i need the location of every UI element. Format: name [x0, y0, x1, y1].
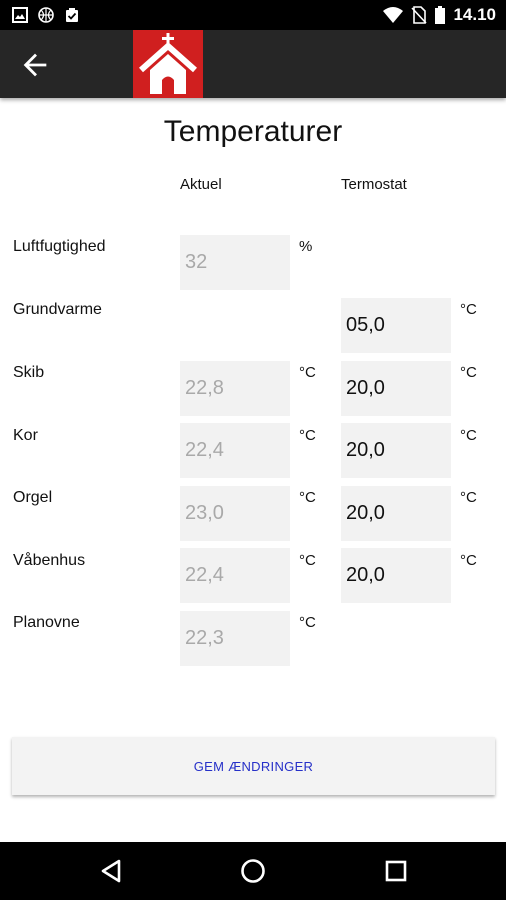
actual-value-luftfugtighed: 32	[180, 235, 290, 290]
church-logo	[133, 30, 203, 98]
save-changes-label: GEM ÆNDRINGER	[193, 758, 314, 774]
thermostat-input-skib[interactable]: 20,0	[341, 361, 451, 416]
thermostat-input-orgel[interactable]: 20,0	[341, 486, 451, 541]
actual-value-kor: 22,4	[180, 423, 290, 478]
thermostat-input-kor[interactable]: 20,0	[341, 423, 451, 478]
row-label-orgel: Orgel	[13, 489, 53, 506]
thermostat-unit-grundvarme: °C	[460, 301, 477, 318]
actual-value-vaabenhus: 22,4	[180, 548, 290, 603]
battery-icon	[435, 6, 446, 24]
column-header-thermostat: Termostat	[341, 176, 407, 193]
thermostat-input-vaabenhus[interactable]: 20,0	[341, 548, 451, 603]
row-label-vaabenhus: Våbenhus	[13, 552, 86, 569]
no-sim-icon	[411, 6, 428, 24]
thermostat-unit-kor: °C	[460, 427, 477, 444]
status-bar: 14.10	[0, 0, 506, 30]
thermostat-unit-vaabenhus: °C	[460, 552, 477, 569]
page-title: Temperaturer	[163, 115, 343, 148]
actual-value-planovne: 22,3	[180, 611, 290, 666]
home-circle-icon[interactable]	[239, 857, 267, 885]
navigation-bar	[0, 842, 506, 900]
column-header-actual: Aktuel	[180, 176, 222, 193]
church-logo-icon	[139, 33, 197, 94]
row-label-skib: Skib	[13, 364, 45, 381]
actual-value-orgel: 23,0	[180, 486, 290, 541]
actual-unit-orgel: °C	[299, 489, 316, 506]
actual-unit-planovne: °C	[299, 614, 316, 631]
save-changes-button[interactable]: GEM ÆNDRINGER	[12, 737, 495, 795]
app-bar	[0, 30, 506, 98]
actual-value-skib: 22,8	[180, 361, 290, 416]
basketball-icon	[38, 7, 54, 23]
actual-unit-skib: °C	[299, 364, 316, 381]
row-label-grundvarme: Grundvarme	[13, 301, 102, 318]
actual-unit-kor: °C	[299, 427, 316, 444]
actual-unit-vaabenhus: °C	[299, 552, 316, 569]
thermostat-input-grundvarme[interactable]: 05,0	[341, 298, 451, 353]
back-triangle-icon[interactable]	[97, 857, 125, 885]
thermostat-unit-orgel: °C	[460, 489, 477, 506]
thermostat-unit-skib: °C	[460, 364, 477, 381]
status-time: 14.10	[453, 5, 496, 24]
image-icon	[12, 7, 28, 23]
recents-square-icon[interactable]	[382, 857, 410, 885]
clipboard-check-icon	[66, 8, 78, 22]
actual-unit-luftfugtighed: %	[299, 238, 313, 255]
row-label-planovne: Planovne	[13, 614, 80, 631]
row-label-luftfugtighed: Luftfugtighed	[13, 238, 106, 255]
back-arrow-icon[interactable]	[18, 48, 52, 82]
wifi-icon	[383, 7, 404, 23]
row-label-kor: Kor	[13, 427, 38, 444]
